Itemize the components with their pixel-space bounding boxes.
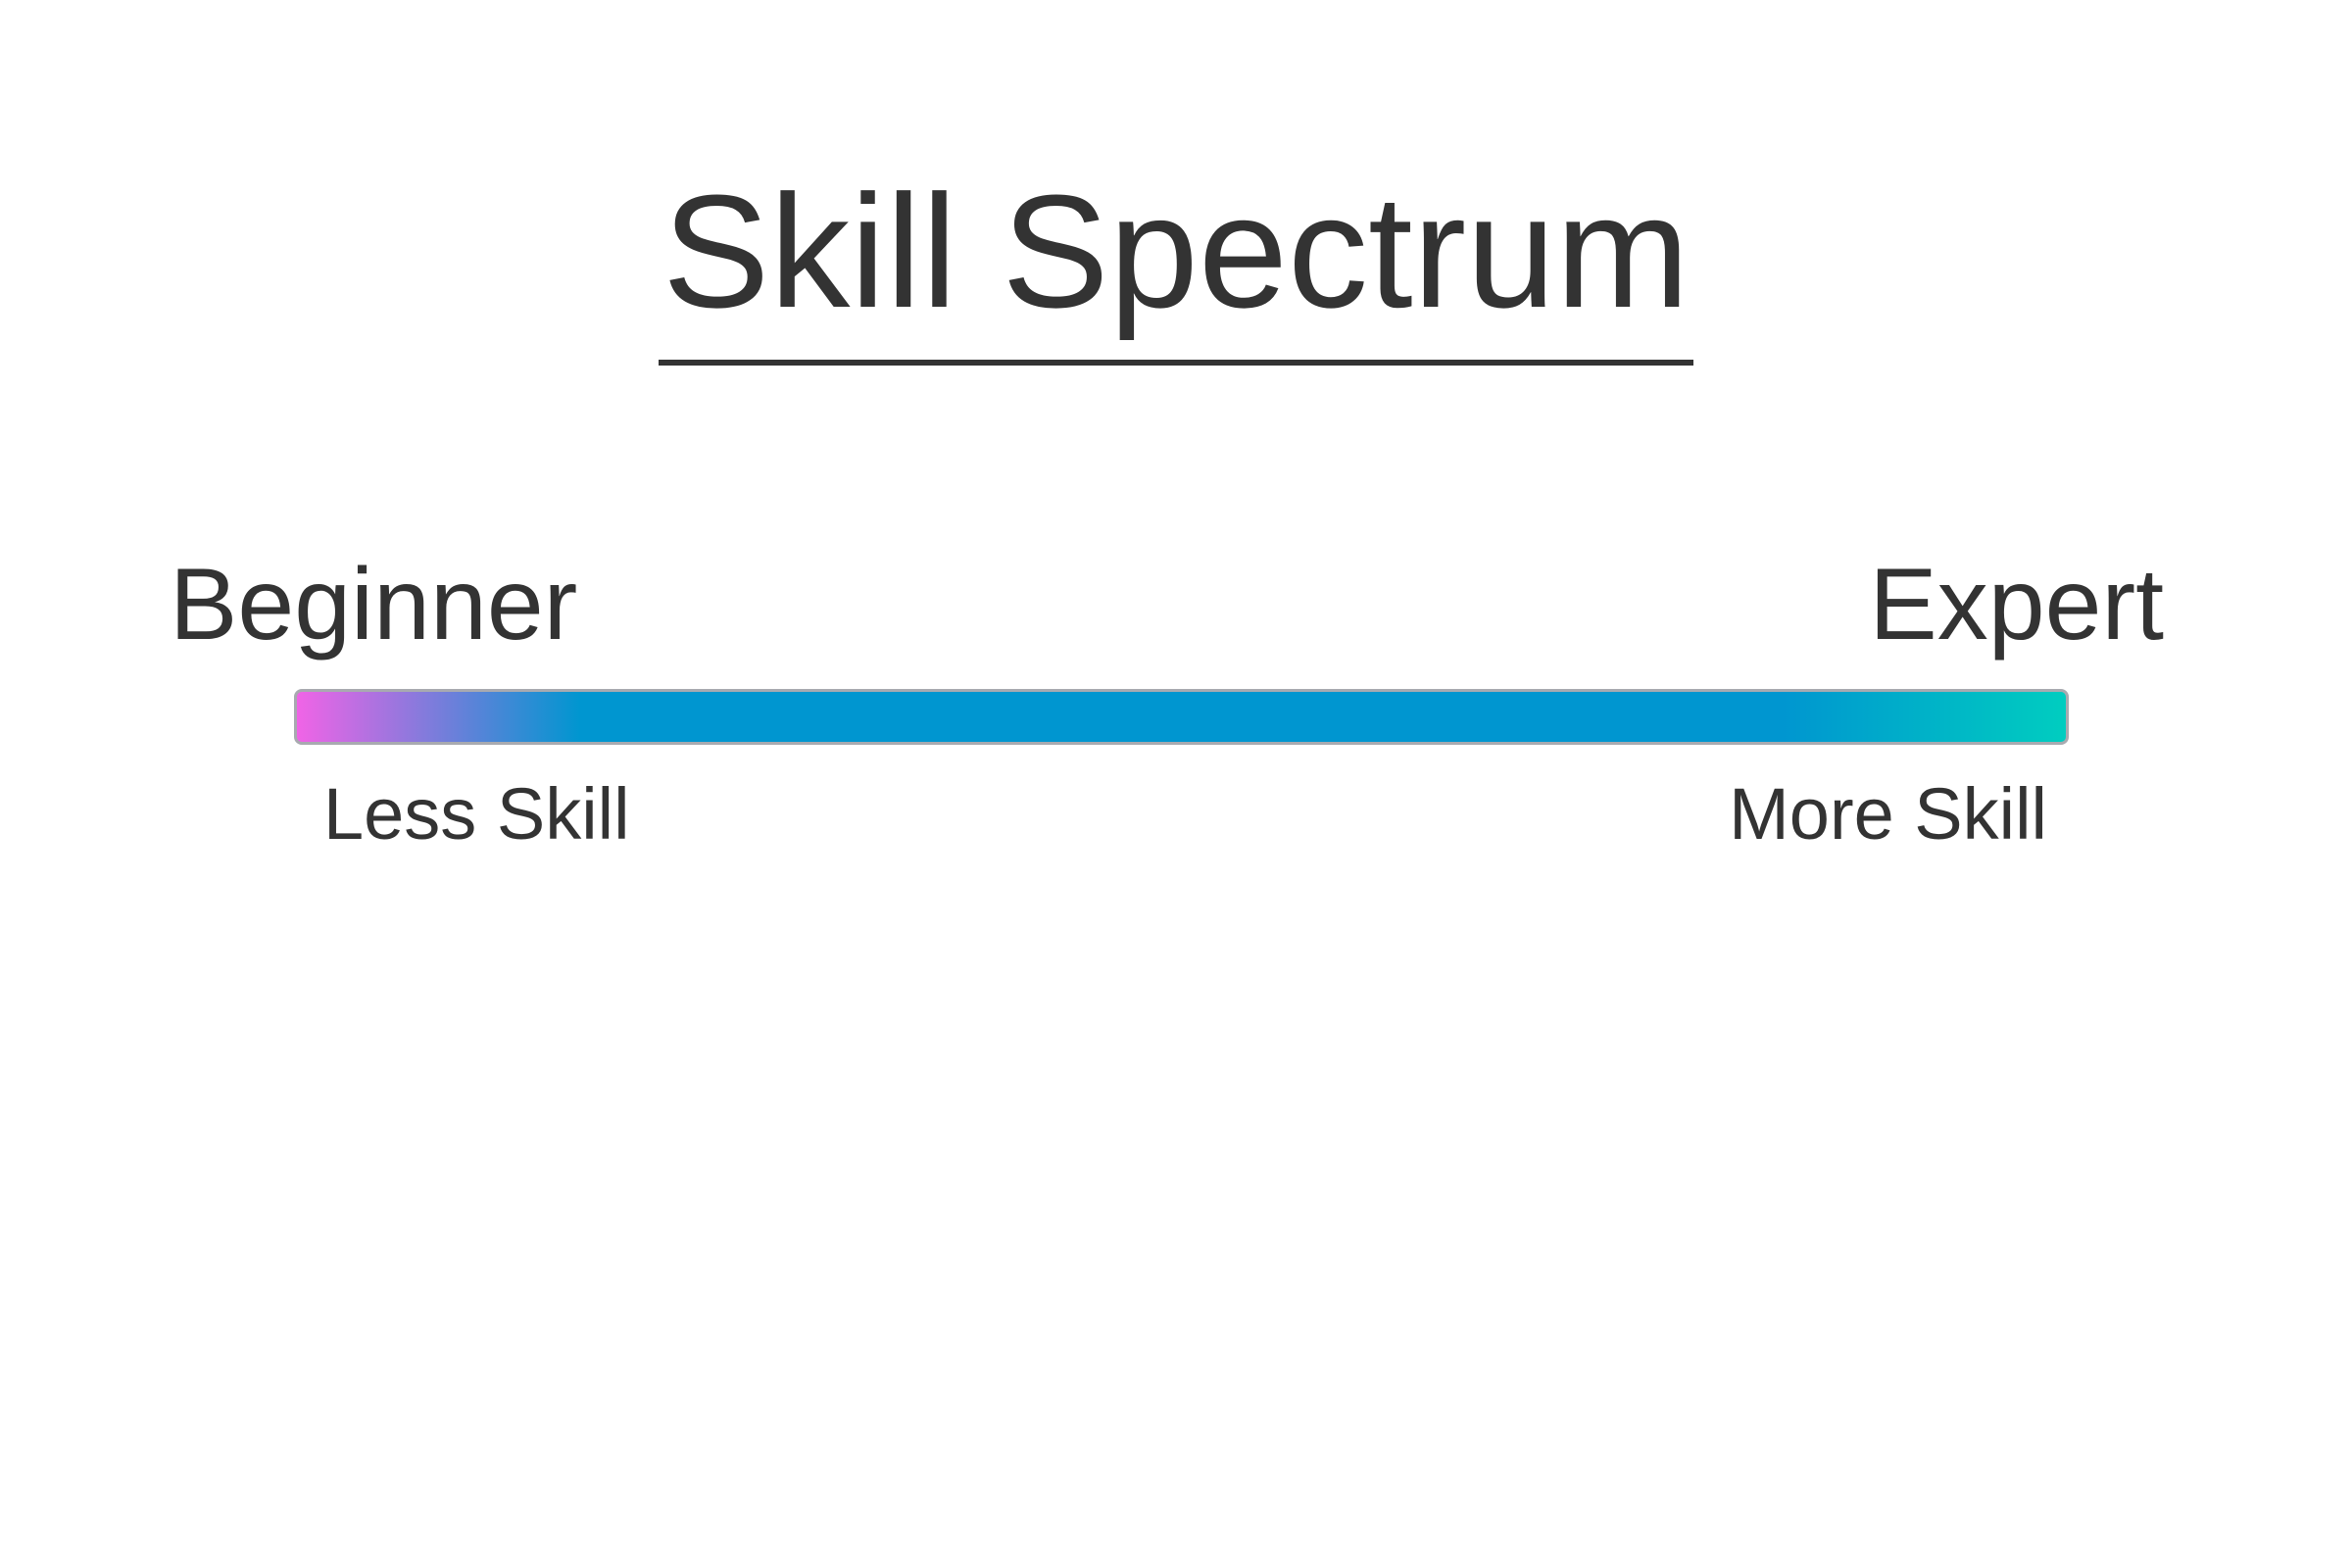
title-container: Skill Spectrum — [0, 172, 2352, 366]
expert-label: Expert — [1869, 548, 2164, 662]
skill-gradient-bar — [294, 689, 2069, 745]
diagram-title: Skill Spectrum — [658, 172, 1694, 366]
beginner-label: Beginner — [170, 548, 578, 662]
more-skill-label: More Skill — [1729, 773, 2047, 855]
less-skill-label: Less Skill — [323, 773, 630, 855]
